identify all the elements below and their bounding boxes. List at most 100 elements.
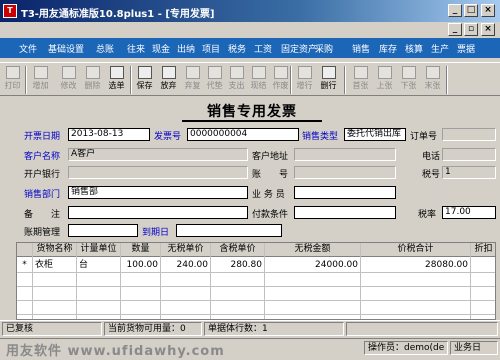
menu-item[interactable]: 工资 bbox=[254, 42, 272, 55]
column-header[interactable]: 数量 bbox=[121, 243, 161, 257]
menu-item[interactable]: 固定资产 bbox=[281, 42, 317, 55]
tax-no-label: 税号 bbox=[422, 170, 441, 180]
invoice-no-field[interactable]: 0000000004 bbox=[187, 128, 299, 141]
grid-row-line bbox=[17, 272, 495, 273]
invoice-date-field[interactable]: 2013-08-13 bbox=[68, 128, 150, 141]
column-header[interactable]: 无税单价 bbox=[161, 243, 211, 257]
delete-tool-button[interactable]: 删除 bbox=[82, 65, 103, 95]
invoice-date-label: 开票日期 bbox=[24, 132, 61, 142]
menu-item[interactable]: 项目 bbox=[202, 42, 220, 55]
menu-item[interactable]: 票据 bbox=[457, 42, 475, 55]
prev-icon bbox=[377, 66, 392, 79]
minimize-button[interactable]: _ bbox=[448, 4, 462, 17]
discard-icon bbox=[161, 66, 176, 79]
payment-terms-field[interactable] bbox=[294, 206, 396, 219]
audit-status: 已复核 bbox=[2, 322, 102, 336]
menu-item[interactable]: 税务 bbox=[228, 42, 246, 55]
void-tool-button[interactable]: 作废 bbox=[270, 65, 291, 95]
menu-item[interactable]: 库存 bbox=[379, 42, 397, 55]
grid-column-line bbox=[360, 243, 361, 319]
grid-cell[interactable]: 24000.00 bbox=[267, 258, 358, 272]
salesman-field[interactable] bbox=[294, 186, 396, 199]
menu-item[interactable]: 现金 bbox=[152, 42, 170, 55]
grid-cell[interactable]: 衣柜 bbox=[35, 258, 74, 272]
child-close-button[interactable]: × bbox=[481, 23, 495, 36]
account-field[interactable] bbox=[294, 166, 396, 179]
select-doc-tool-button[interactable]: 选单 bbox=[106, 65, 127, 95]
sales-type-field[interactable]: 委托代销出库 bbox=[344, 128, 406, 141]
tool-label: 现结 bbox=[250, 81, 267, 90]
menu-item[interactable]: 采购 bbox=[315, 42, 333, 55]
bank-field[interactable] bbox=[68, 166, 248, 179]
salesman-label: 业 务 员 bbox=[252, 190, 285, 200]
period-field[interactable] bbox=[68, 224, 138, 237]
remark-field[interactable] bbox=[68, 206, 248, 219]
tool-label: 保存 bbox=[136, 81, 153, 90]
column-header[interactable]: 含税单价 bbox=[211, 243, 265, 257]
menu-item[interactable]: 总账 bbox=[96, 42, 114, 55]
order-no-field[interactable] bbox=[442, 128, 496, 141]
row-count: 单据体行数：1 bbox=[204, 322, 344, 336]
column-header[interactable]: 计量单位 bbox=[77, 243, 121, 257]
tool-label: 上张 bbox=[376, 81, 393, 90]
tax-no-field[interactable]: 1 bbox=[442, 166, 496, 179]
row-marker-header bbox=[17, 243, 33, 257]
invoice-lines-grid[interactable]: 货物名称 计量单位 数量 无税单价 含税单价 无税金额 价税合计 折扣 * 衣柜台 100.00 24… bbox=[16, 242, 496, 320]
close-button[interactable]: × bbox=[481, 4, 495, 17]
tool-label: 代垫 bbox=[206, 81, 223, 90]
phone-field[interactable] bbox=[442, 148, 496, 161]
advance-tool-button[interactable]: 代垫 bbox=[204, 65, 225, 95]
menu-item[interactable]: 销售 bbox=[352, 42, 370, 55]
tool-label: 支出 bbox=[228, 81, 245, 90]
menu-item[interactable]: 基础设置 bbox=[48, 42, 84, 55]
menu-item[interactable]: 核算 bbox=[405, 42, 423, 55]
menu-item[interactable]: 生产 bbox=[431, 42, 449, 55]
tax-rate-field[interactable]: 17.00 bbox=[442, 206, 496, 219]
watermark: 用友软件 www.ufidawhy.com bbox=[6, 344, 225, 359]
discard-tool-button[interactable]: 放弃 bbox=[158, 65, 179, 95]
undo-tool-button[interactable]: 弃复 bbox=[182, 65, 203, 95]
tool-label: 打印 bbox=[4, 81, 21, 90]
prev-tool-button[interactable]: 上张 bbox=[374, 65, 395, 95]
delete-row-tool-button[interactable]: 删行 bbox=[318, 65, 339, 95]
menu-item[interactable]: 出纳 bbox=[177, 42, 195, 55]
column-header[interactable]: 价税合计 bbox=[361, 243, 471, 257]
printer-tool-button[interactable]: 打印 bbox=[2, 65, 23, 95]
customer-field[interactable]: A客户 bbox=[68, 148, 248, 161]
menu-item[interactable]: 往来 bbox=[127, 42, 145, 55]
edit-tool-button[interactable]: 修改 bbox=[58, 65, 79, 95]
column-header[interactable]: 无税金额 bbox=[265, 243, 361, 257]
child-minimize-button[interactable]: _ bbox=[448, 23, 462, 36]
mdi-strip: _ ▫ × bbox=[0, 22, 500, 38]
customer-address-field[interactable] bbox=[294, 148, 396, 161]
save-tool-button[interactable]: 保存 bbox=[134, 65, 155, 95]
maximize-button[interactable]: □ bbox=[464, 4, 478, 17]
due-date-field[interactable] bbox=[176, 224, 282, 237]
last-tool-button[interactable]: 末张 bbox=[422, 65, 443, 95]
yonyou-app-icon[interactable]: T bbox=[3, 4, 17, 18]
grid-cell[interactable]: 100.00 bbox=[123, 258, 159, 272]
next-tool-button[interactable]: 下张 bbox=[398, 65, 419, 95]
add-tool-button[interactable]: 增加 bbox=[30, 65, 51, 95]
grid-cell[interactable]: 240.00 bbox=[163, 258, 209, 272]
cash-settle-tool-button[interactable]: 现结 bbox=[248, 65, 269, 95]
menu-item[interactable]: 文件 bbox=[19, 42, 37, 55]
grid-cell[interactable]: 台 bbox=[79, 258, 118, 272]
first-tool-button[interactable]: 首张 bbox=[350, 65, 371, 95]
remark-label: 备 注 bbox=[24, 210, 61, 220]
column-header[interactable]: 折扣 bbox=[471, 243, 495, 257]
child-restore-button[interactable]: ▫ bbox=[464, 23, 478, 36]
printer-icon bbox=[5, 66, 20, 79]
tool-label: 选单 bbox=[108, 81, 125, 90]
grid-cell[interactable]: 280.80 bbox=[213, 258, 263, 272]
grid-cell[interactable]: 28080.00 bbox=[363, 258, 468, 272]
toolbar-separator bbox=[25, 66, 27, 94]
grid-cell[interactable] bbox=[473, 258, 494, 272]
toolbar: 打印 增加 修改 删除 选单 保存 放弃 弃复 代垫 支出 现结 作废 增行 删行 首张 上张 下张 末张 bbox=[0, 62, 500, 96]
department-field[interactable]: 销售部 bbox=[68, 186, 248, 199]
column-header[interactable]: 货物名称 bbox=[33, 243, 77, 257]
expense-tool-button[interactable]: 支出 bbox=[226, 65, 247, 95]
add-row-tool-button[interactable]: 增行 bbox=[294, 65, 315, 95]
tool-label: 增行 bbox=[296, 81, 313, 90]
tool-label: 增加 bbox=[32, 81, 49, 90]
